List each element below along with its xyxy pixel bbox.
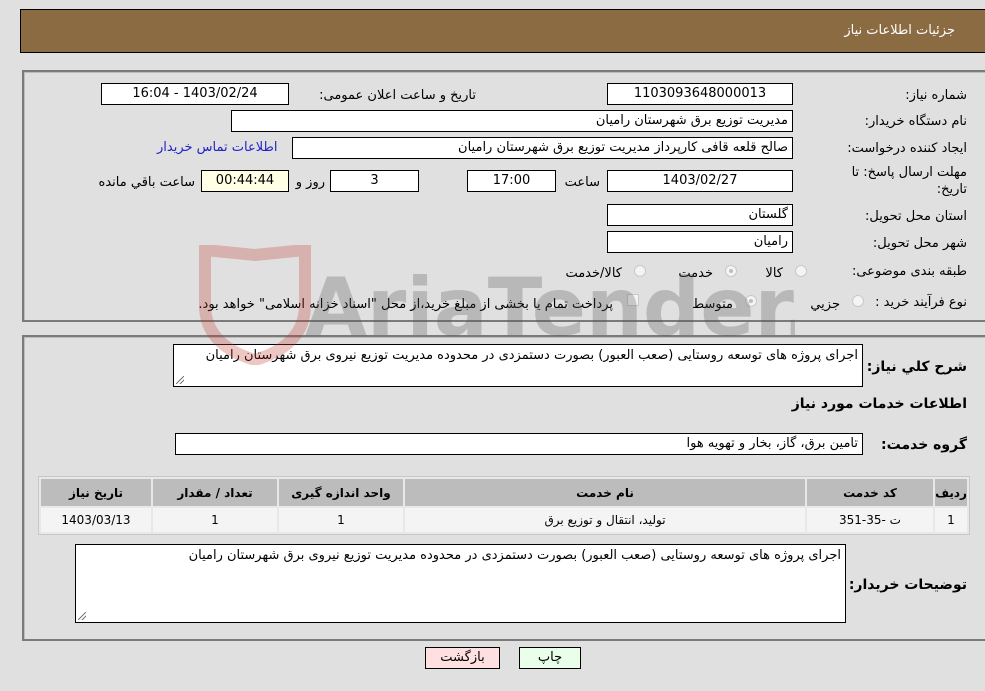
description-label: شرح کلي نياز: (866, 359, 967, 375)
col-header-quantity: تعداد / مقدار (153, 479, 277, 506)
days-label: روز و (295, 175, 325, 190)
cell-quantity: 1 (153, 508, 277, 532)
deadline-label-line1: مهلت ارسال پاسخ: تا (851, 165, 967, 180)
description-textarea[interactable]: اجرای پروژه های توسعه روستایی (صعب العبو… (173, 344, 863, 387)
col-header-row: ردیف (935, 479, 967, 506)
resize-grip-icon[interactable] (78, 612, 86, 620)
treasury-note: پرداخت تمام یا بخشی از مبلغ خرید،از محل … (198, 297, 613, 312)
col-header-date: تاریخ نیاز (41, 479, 151, 506)
col-header-unit: واحد اندازه گیری (279, 479, 403, 506)
remaining-time-field: 00:44:44 (201, 170, 289, 192)
col-header-code: کد خدمت (807, 479, 933, 506)
deadline-time-field: 17:00 (467, 170, 556, 192)
buyer-notes-textarea[interactable]: اجرای پروژه های توسعه روستایی (صعب العبو… (75, 544, 846, 623)
buyer-notes-label: توضیحات خریدار: (848, 577, 967, 593)
cell-service-name: تولید، انتقال و توزیع برق (405, 508, 805, 532)
back-button[interactable]: بازگشت (425, 647, 500, 669)
page-title: جزئیات اطلاعات نیاز (844, 23, 955, 38)
buyer-contact-link[interactable]: اطلاعات تماس خریدار (157, 140, 277, 155)
cell-row-number: 1 (935, 508, 967, 532)
resize-grip-icon[interactable] (176, 376, 184, 384)
province-field: گلستان (607, 204, 793, 226)
announce-datetime-label: تاریخ و ساعت اعلان عمومی: (319, 88, 476, 103)
purchase-type-label: نوع فرآیند خرید : (875, 295, 967, 310)
remaining-time-label: ساعت باقي مانده (98, 175, 195, 190)
purchase-small-label: جزيي (810, 297, 840, 312)
remaining-days-field: 3 (330, 170, 419, 192)
category-goods-service-radio[interactable] (634, 265, 646, 277)
category-goods-radio[interactable] (795, 265, 807, 277)
purchase-medium-radio[interactable] (745, 295, 757, 307)
cell-unit: 1 (279, 508, 403, 532)
need-number-label: شماره نیاز: (905, 88, 967, 103)
cell-service-code: ت -35-351 (807, 508, 933, 532)
services-table: ردیف کد خدمت نام خدمت واحد اندازه گیری ت… (38, 476, 970, 535)
services-section-title: اطلاعات خدمات مورد نیاز (791, 396, 967, 412)
services-table-header: ردیف کد خدمت نام خدمت واحد اندازه گیری ت… (41, 479, 967, 506)
col-header-name: نام خدمت (405, 479, 805, 506)
purchase-small-radio[interactable] (852, 295, 864, 307)
need-number-field: 1103093648000013 (607, 83, 793, 105)
page-header: جزئیات اطلاعات نیاز (20, 9, 985, 53)
services-table-wrapper: ردیف کد خدمت نام خدمت واحد اندازه گیری ت… (38, 476, 970, 535)
category-goods-service-label: کالا/خدمت (565, 266, 622, 281)
city-field: رامیان (607, 231, 793, 253)
deadline-time-label: ساعت (564, 175, 600, 190)
print-button[interactable]: چاپ (519, 647, 581, 669)
purchase-medium-label: متوسط (692, 297, 733, 312)
deadline-label-line2: تاریخ: (936, 182, 967, 197)
category-goods-label: کالا (765, 266, 783, 281)
description-text: اجرای پروژه های توسعه روستایی (صعب العبو… (205, 348, 858, 363)
requester-label: ایجاد کننده درخواست: (847, 141, 967, 156)
service-group-label: گروه خدمت: (881, 437, 967, 453)
category-label: طبقه بندی موضوعی: (851, 264, 967, 279)
city-label: شهر محل تحویل: (872, 236, 967, 251)
service-group-field: تامین برق، گاز، بخار و تهویه هوا (175, 433, 863, 455)
buyer-org-label: نام دستگاه خریدار: (864, 114, 967, 129)
category-service-radio[interactable] (725, 265, 737, 277)
buyer-org-field: مدیریت توزیع برق شهرستان رامیان (231, 110, 793, 132)
deadline-date-field: 1403/02/27 (607, 170, 793, 192)
announce-datetime-field: 1403/02/24 - 16:04 (101, 83, 289, 105)
province-label: استان محل تحویل: (865, 209, 967, 224)
treasury-checkbox[interactable] (627, 294, 639, 306)
requester-field: صالح قلعه قافی کارپرداز مدیریت توزیع برق… (292, 137, 793, 159)
buyer-notes-text: اجرای پروژه های توسعه روستایی (صعب العبو… (188, 548, 841, 563)
cell-need-date: 1403/03/13 (41, 508, 151, 532)
need-details-panel (22, 70, 985, 322)
table-row: 1 ت -35-351 تولید، انتقال و توزیع برق 1 … (41, 508, 967, 532)
category-service-label: خدمت (678, 266, 713, 281)
